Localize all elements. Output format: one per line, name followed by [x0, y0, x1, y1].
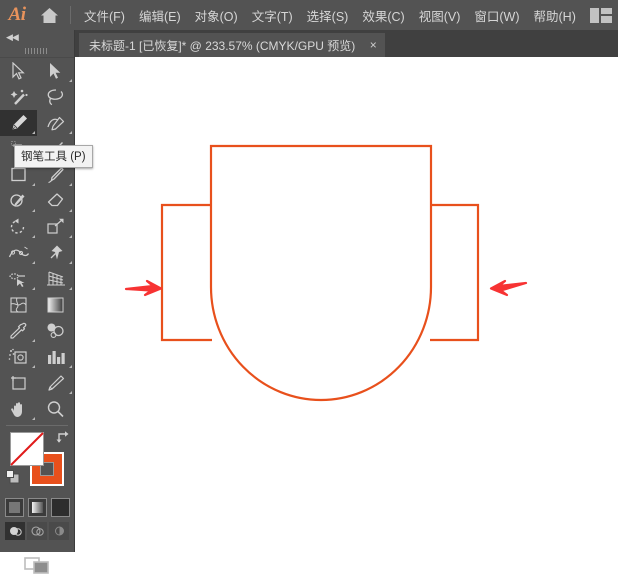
- flyout-indicator-icon: [32, 209, 35, 212]
- arrow-left-icon: [489, 279, 528, 297]
- collapse-panel-button[interactable]: ◀◀: [0, 30, 74, 44]
- flyout-indicator-icon: [32, 131, 35, 134]
- symbol-sprayer-tool[interactable]: [0, 344, 37, 370]
- eraser-tool[interactable]: [37, 188, 74, 214]
- hand-tool[interactable]: [0, 396, 37, 422]
- tool-grid: T: [0, 58, 74, 422]
- close-icon[interactable]: ×: [367, 38, 379, 52]
- flyout-indicator-icon: [32, 183, 35, 186]
- width-tool[interactable]: [0, 240, 37, 266]
- free-transform-tool[interactable]: [37, 240, 74, 266]
- flyout-indicator-icon: [69, 235, 72, 238]
- menu-edit[interactable]: 编辑(E): [132, 0, 188, 30]
- color-mode-solid[interactable]: [4, 497, 24, 517]
- shape-builder-tool[interactable]: [0, 266, 37, 292]
- tool-tooltip: 钢笔工具 (P): [14, 145, 93, 168]
- flyout-indicator-icon: [69, 131, 72, 134]
- draw-behind-mode[interactable]: [27, 522, 47, 540]
- swap-fill-stroke-icon[interactable]: [56, 430, 70, 444]
- main-u-shape[interactable]: [209, 144, 433, 402]
- gradient-tool[interactable]: [37, 292, 74, 318]
- menu-object[interactable]: 对象(O): [188, 0, 245, 30]
- illustrator-window: Ai 文件(F) 编辑(E) 对象(O) 文字(T) 选择(S) 效果(C) 视…: [0, 0, 618, 574]
- menu-type[interactable]: 文字(T): [245, 0, 300, 30]
- screen-mode-icon: [24, 557, 49, 574]
- canvas-area[interactable]: [75, 57, 618, 552]
- flyout-indicator-icon: [69, 261, 72, 264]
- menu-file[interactable]: 文件(F): [77, 0, 132, 30]
- menu-select[interactable]: 选择(S): [300, 0, 356, 30]
- scale-tool[interactable]: [37, 214, 74, 240]
- draw-mode-row: [0, 520, 74, 542]
- fill-swatch[interactable]: [10, 432, 44, 466]
- pen-tool[interactable]: [0, 110, 37, 136]
- artboard-tool[interactable]: [0, 370, 37, 396]
- panel-drag-handle[interactable]: [0, 44, 74, 58]
- document-tab-bar: 未标题-1 [已恢复]* @ 233.57% (CMYK/GPU 预览) ×: [75, 30, 618, 58]
- tools-panel: ◀◀: [0, 30, 75, 574]
- slice-tool[interactable]: [37, 370, 74, 396]
- flyout-indicator-icon: [32, 235, 35, 238]
- flyout-indicator-icon: [32, 287, 35, 290]
- flyout-indicator-icon: [32, 365, 35, 368]
- color-mode-gradient[interactable]: [27, 497, 47, 517]
- grip-dots-icon: [25, 47, 49, 54]
- default-fill-stroke-icon[interactable]: [6, 470, 20, 484]
- no-fill-slash-icon: [10, 432, 44, 466]
- selection-tool[interactable]: [0, 58, 37, 84]
- draw-normal-mode[interactable]: [5, 522, 25, 540]
- flyout-indicator-icon: [69, 79, 72, 82]
- document-tab-title: 未标题-1 [已恢复]* @ 233.57% (CMYK/GPU 预览): [89, 38, 356, 53]
- change-screen-mode-button[interactable]: [0, 546, 74, 586]
- menu-window[interactable]: 窗口(W): [467, 0, 526, 30]
- artwork-svg: [124, 144, 528, 402]
- flyout-indicator-icon: [32, 417, 35, 420]
- eyedropper-tool[interactable]: [0, 318, 37, 344]
- right-rectangle[interactable]: [430, 203, 480, 342]
- arrow-right-icon: [124, 279, 163, 297]
- flyout-indicator-icon: [69, 365, 72, 368]
- color-mode-none[interactable]: [50, 497, 70, 517]
- home-icon[interactable]: [34, 0, 64, 30]
- left-red-arrow: [124, 279, 163, 297]
- flyout-indicator-icon: [69, 287, 72, 290]
- draw-inside-mode[interactable]: [49, 522, 69, 540]
- menu-view[interactable]: 视图(V): [412, 0, 468, 30]
- flyout-indicator-icon: [32, 339, 35, 342]
- solid-color-icon: [8, 501, 20, 513]
- toolbar-divider: [6, 425, 68, 426]
- left-rectangle[interactable]: [160, 203, 212, 342]
- magic-wand-tool[interactable]: [0, 84, 37, 110]
- flyout-indicator-icon: [69, 391, 72, 394]
- blend-tool[interactable]: [37, 318, 74, 344]
- workspace-switcher-icon[interactable]: [590, 8, 612, 23]
- menu-bar: Ai 文件(F) 编辑(E) 对象(O) 文字(T) 选择(S) 效果(C) 视…: [0, 0, 618, 30]
- column-graph-tool[interactable]: [37, 344, 74, 370]
- shaper-tool[interactable]: [0, 188, 37, 214]
- mesh-tool[interactable]: [0, 292, 37, 318]
- menu-items: 文件(F) 编辑(E) 对象(O) 文字(T) 选择(S) 效果(C) 视图(V…: [77, 0, 583, 30]
- gradient-swatch-icon: [31, 501, 43, 513]
- document-tab[interactable]: 未标题-1 [已恢复]* @ 233.57% (CMYK/GPU 预览) ×: [79, 33, 386, 57]
- curvature-tool[interactable]: [37, 110, 74, 136]
- flyout-indicator-icon: [69, 183, 72, 186]
- flyout-indicator-icon: [32, 261, 35, 264]
- menu-divider: [70, 6, 71, 24]
- right-red-arrow: [489, 279, 528, 297]
- perspective-grid-tool[interactable]: [37, 266, 74, 292]
- lasso-tool[interactable]: [37, 84, 74, 110]
- menu-help[interactable]: 帮助(H): [527, 0, 583, 30]
- rotate-tool[interactable]: [0, 214, 37, 240]
- menu-effect[interactable]: 效果(C): [355, 0, 411, 30]
- zoom-tool[interactable]: [37, 396, 74, 422]
- ai-logo-icon: Ai: [8, 4, 26, 25]
- direct-selection-tool[interactable]: [37, 58, 74, 84]
- flyout-indicator-icon: [69, 209, 72, 212]
- color-mode-row: [0, 494, 74, 520]
- fill-stroke-controls: [0, 430, 74, 492]
